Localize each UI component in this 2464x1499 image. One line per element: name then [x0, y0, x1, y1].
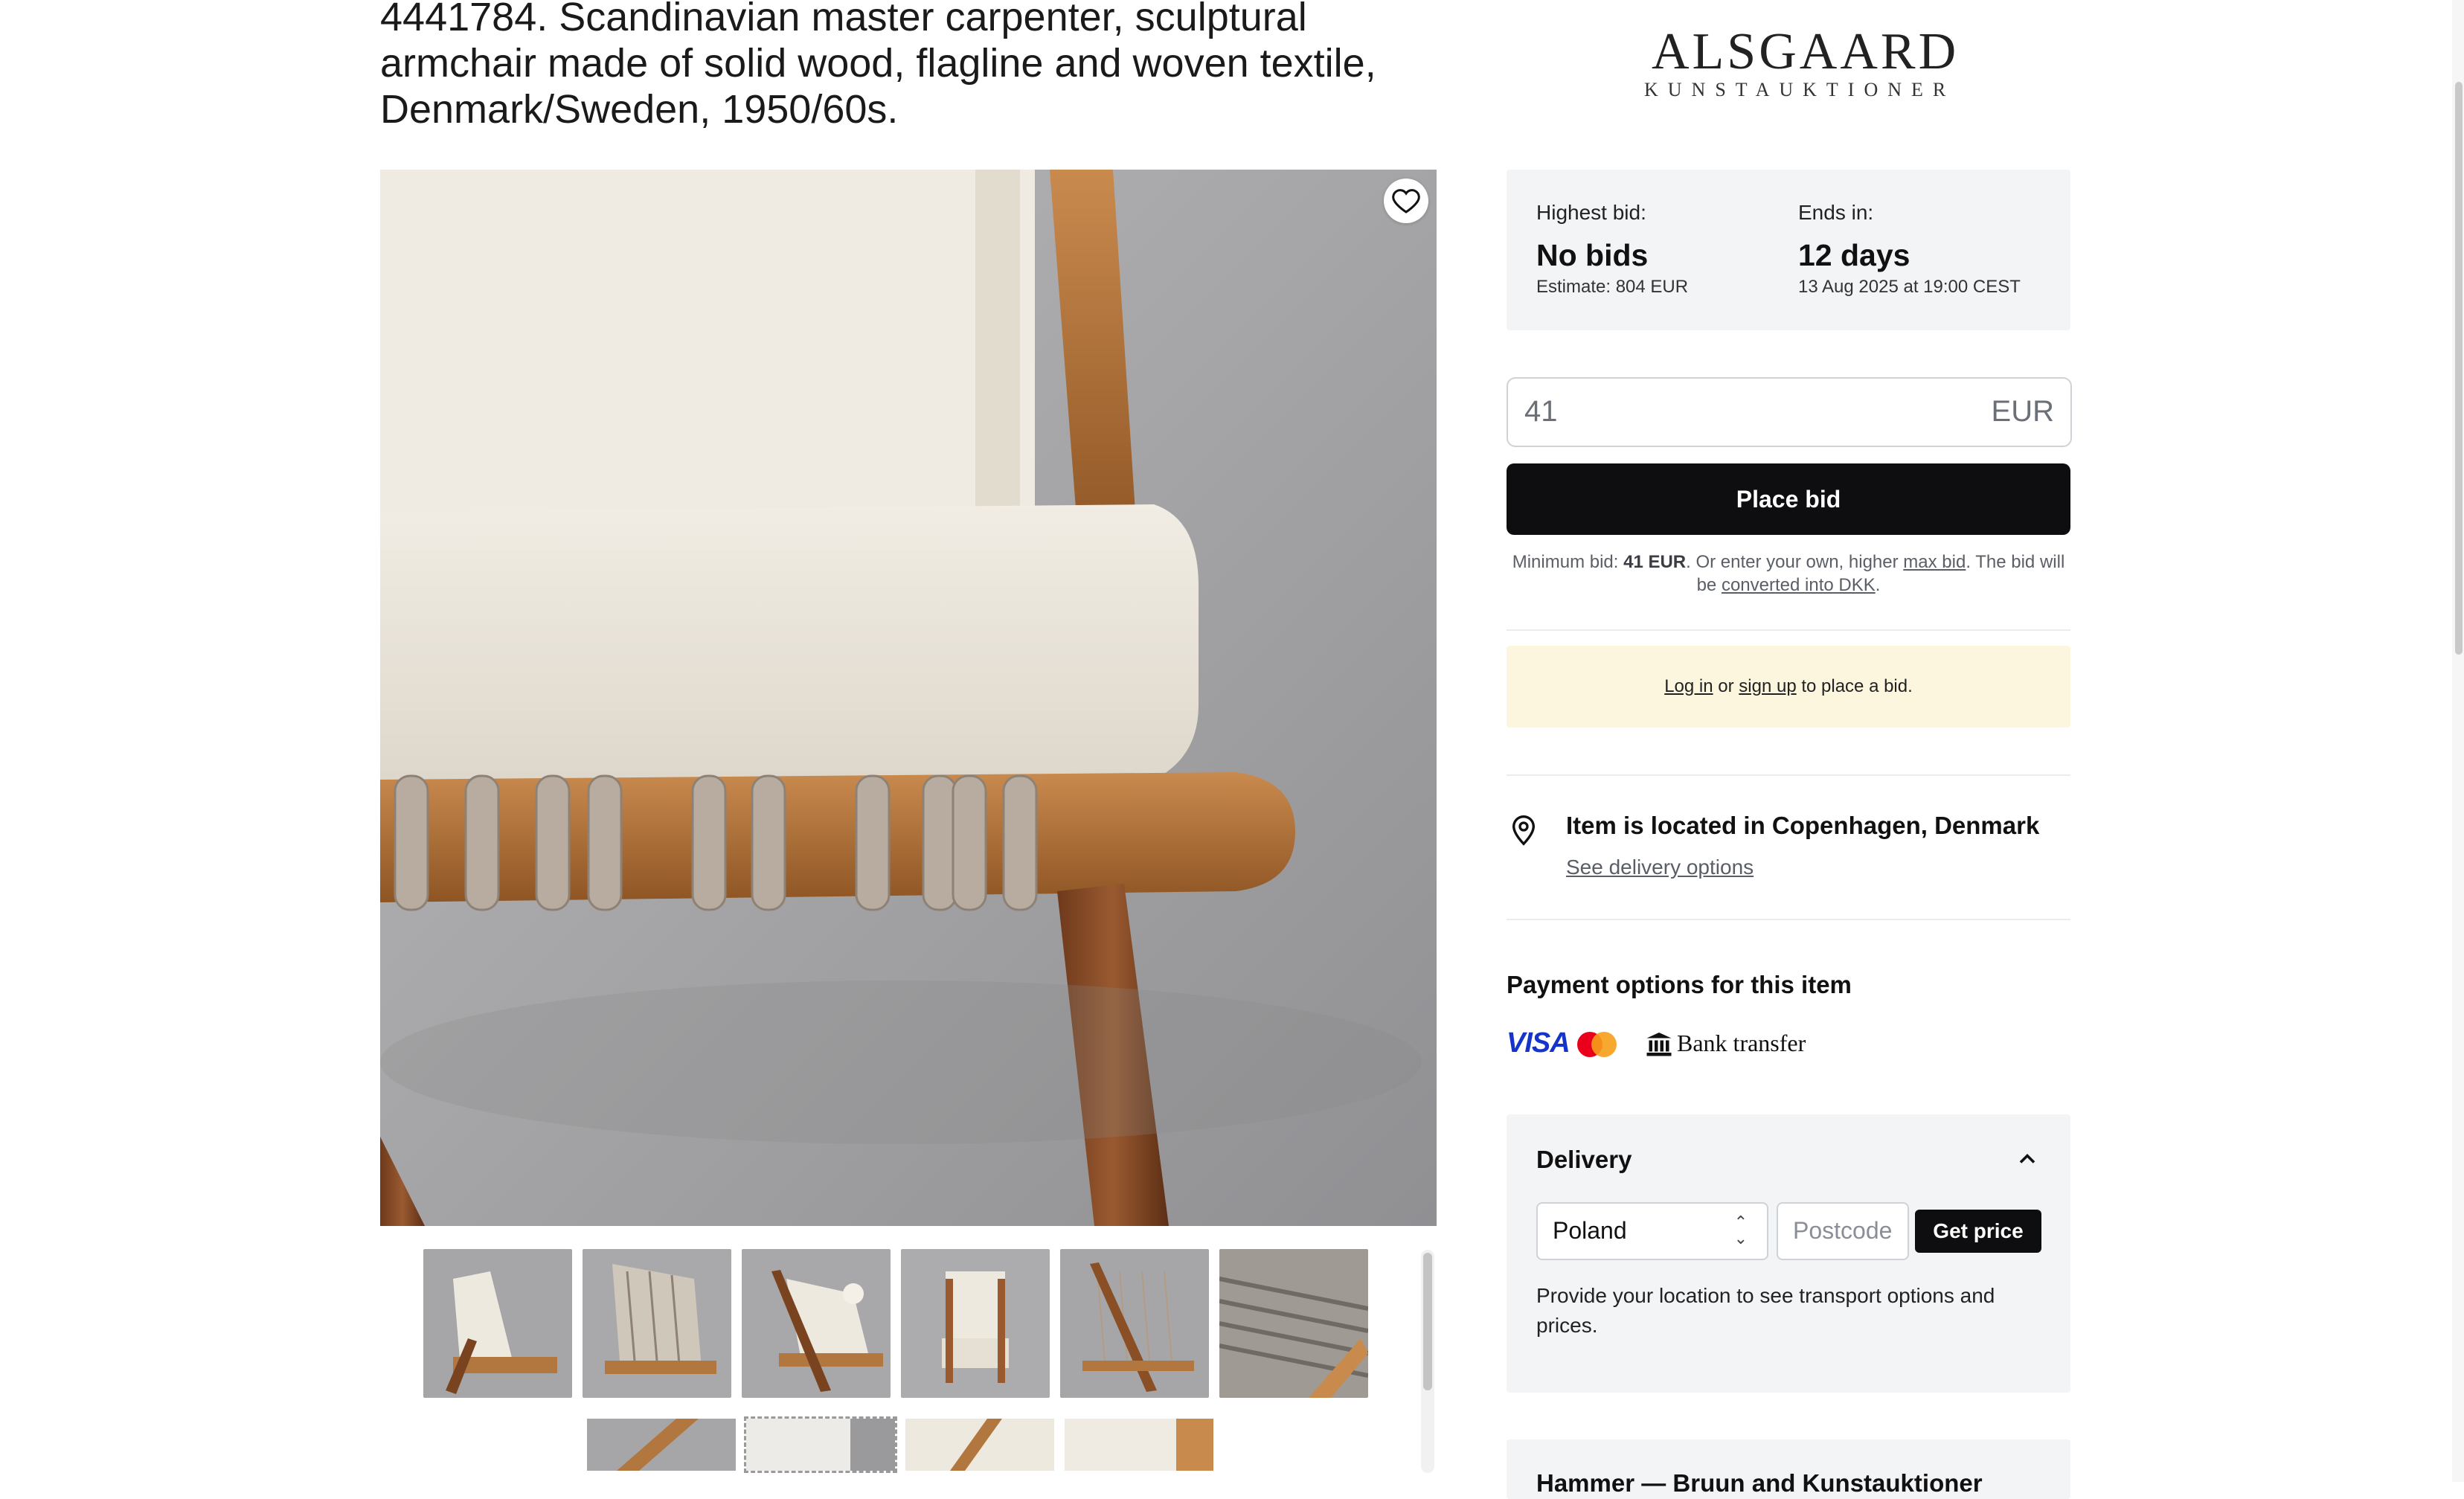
main-product-image[interactable] [380, 170, 1437, 1226]
bid-currency: EUR [1991, 395, 2054, 428]
thumbnail-5[interactable] [1060, 1249, 1209, 1398]
delivery-title: Delivery [1536, 1146, 1632, 1173]
sign-up-link[interactable]: sign up [1739, 676, 1796, 697]
select-arrows-icon: ⌃ ⌄ [1733, 1213, 1748, 1248]
divider [1507, 629, 2070, 631]
thumbnail-3[interactable] [742, 1249, 891, 1398]
minimum-bid-text: Minimum bid: 41 EUR. Or enter your own, … [1512, 552, 2065, 595]
bid-amount-value: 41 [1524, 395, 1558, 428]
delivery-note: Provide your location to see transport o… [1536, 1284, 1995, 1337]
bank-transfer-label: Bank transfer [1677, 1030, 1806, 1056]
country-value: Poland [1553, 1217, 1627, 1244]
log-in-link[interactable]: Log in [1664, 676, 1713, 697]
end-date-text: 13 Aug 2025 at 19:00 CEST [1798, 277, 2021, 297]
country-select[interactable]: Poland ⌃ ⌄ [1536, 1202, 1768, 1260]
highest-bid-label: Highest bid: [1536, 201, 1646, 224]
estimate-text: Estimate: 804 EUR [1536, 277, 1689, 297]
visa-icon: VISA [1507, 1027, 1571, 1059]
thumbnail-scrollbar-thumb[interactable] [1423, 1253, 1432, 1390]
next-section-panel: Hammer — Bruun and Kunstauktioner [1507, 1439, 2070, 1499]
thumbnail-2[interactable] [583, 1249, 731, 1398]
heart-icon [1392, 189, 1420, 214]
thumbnail-8[interactable] [744, 1416, 897, 1473]
bid-status-panel: Highest bid: No bids Estimate: 804 EUR E… [1507, 170, 2070, 330]
favorite-button[interactable] [1384, 179, 1428, 223]
lot-title: 4441784. Scandinavian master carpenter, … [380, 0, 1376, 132]
thumbnail-10[interactable] [1065, 1419, 1213, 1471]
location-pin-icon [1509, 814, 1539, 850]
get-price-button[interactable]: Get price [1915, 1210, 2041, 1253]
divider [1507, 919, 2070, 920]
chevron-up-icon[interactable] [2014, 1146, 2041, 1172]
max-bid-link[interactable]: max bid [1903, 552, 1966, 572]
ends-in-label: Ends in: [1798, 201, 1874, 224]
thumbnail-6[interactable] [1219, 1249, 1368, 1398]
bank-icon [1646, 1031, 1672, 1060]
thumbnail-1[interactable] [423, 1249, 572, 1398]
delivery-options-link[interactable]: See delivery options [1566, 856, 1754, 879]
payment-options-title: Payment options for this item [1507, 971, 1852, 998]
currency-conversion-link[interactable]: converted into DKK [1722, 575, 1876, 595]
highest-bid-value: No bids [1536, 238, 1649, 272]
page-scrollbar[interactable] [2455, 82, 2463, 655]
login-notice: Log in or sign up to place a bid. [1507, 646, 2070, 728]
bid-amount-input[interactable]: 41 EUR [1507, 377, 2072, 447]
thumbnail-7[interactable] [587, 1419, 736, 1471]
item-location: Item is located in Copenhagen, Denmark [1566, 812, 2040, 839]
divider [1507, 774, 2070, 776]
thumbnail-4[interactable] [901, 1249, 1050, 1398]
place-bid-button[interactable]: Place bid [1507, 463, 2070, 535]
thumbnail-9[interactable] [905, 1419, 1054, 1471]
ends-in-value: 12 days [1798, 238, 1910, 272]
logo-subtitle: KUNSTAUKTIONER [1644, 79, 1956, 100]
delivery-panel: Delivery Poland ⌃ ⌄ Postcode Get price Pr… [1507, 1114, 2070, 1393]
mastercard-icon-overlap [1591, 1032, 1617, 1057]
postcode-placeholder: Postcode [1793, 1217, 1893, 1244]
minimum-bid-amount: 41 EUR [1623, 552, 1687, 572]
auction-house-logo[interactable]: ALSGAARD KUNSTAUKTIONER [1644, 22, 1960, 104]
logo-wordmark: ALSGAARD [1652, 23, 1960, 80]
postcode-input[interactable]: Postcode [1777, 1202, 1909, 1260]
next-section-title: Hammer — Bruun and Kunstauktioner [1536, 1469, 1983, 1497]
